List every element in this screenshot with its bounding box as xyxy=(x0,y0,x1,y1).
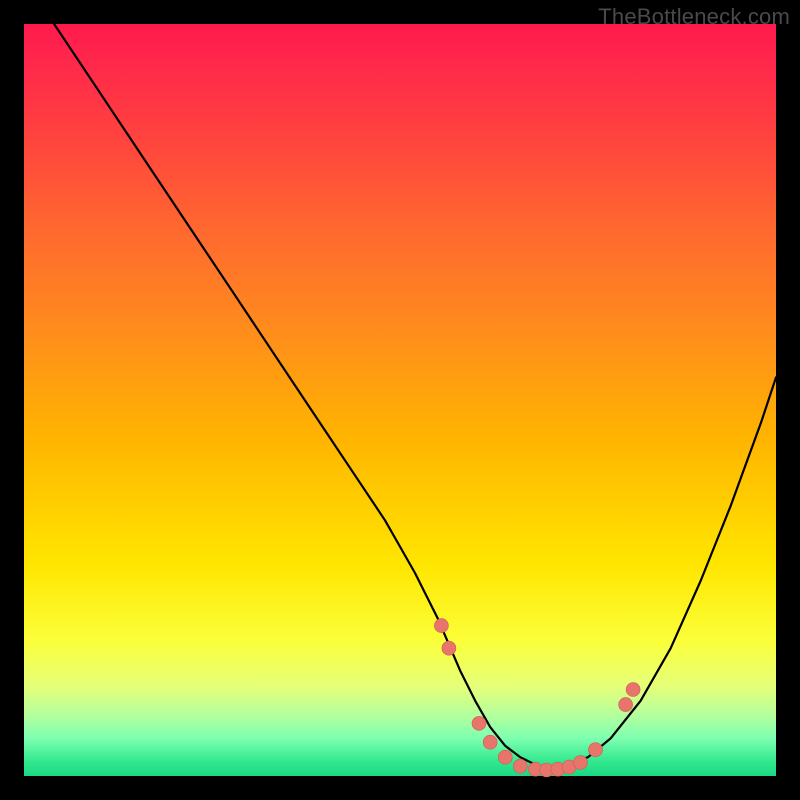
watermark-text: TheBottleneck.com xyxy=(598,4,790,30)
curve-dot xyxy=(619,698,633,712)
curve-dot xyxy=(626,683,640,697)
curve-dots xyxy=(434,619,640,777)
plot-svg xyxy=(24,24,776,776)
curve-dot xyxy=(472,716,486,730)
curve-dot xyxy=(483,735,497,749)
curve-dot xyxy=(434,619,448,633)
curve-dot xyxy=(513,759,527,773)
curve-dot xyxy=(498,750,512,764)
curve-dot xyxy=(442,641,456,655)
curve-dot xyxy=(589,743,603,757)
curve-dot xyxy=(574,756,588,770)
chart-canvas xyxy=(24,24,776,776)
bottleneck-curve xyxy=(54,24,776,769)
